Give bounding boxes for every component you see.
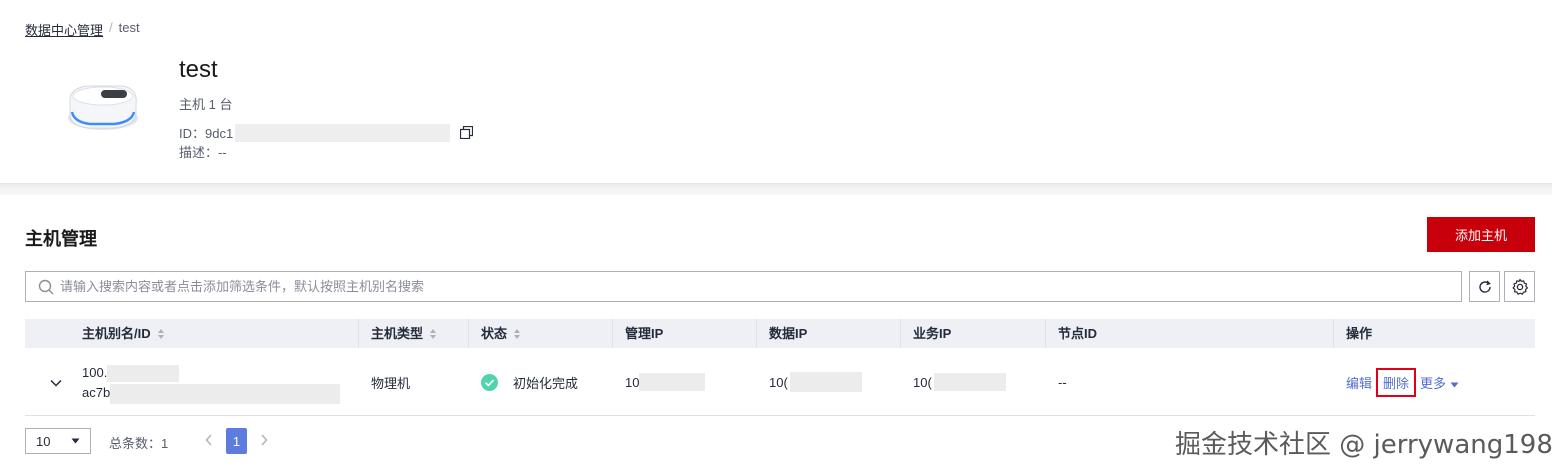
data-ip-cell: 10( xyxy=(769,348,862,416)
resource-id-label: ID：9dc1 xyxy=(179,126,234,141)
column-label: 管理IP xyxy=(625,326,664,341)
redacted-id-mask xyxy=(235,123,451,142)
status-cell: 初始化完成 xyxy=(481,348,578,416)
column-label: 操作 xyxy=(1346,326,1373,341)
search-bar[interactable] xyxy=(25,271,1462,302)
delete-link[interactable]: 删除 xyxy=(1376,367,1417,397)
node-id-cell: -- xyxy=(1058,374,1067,390)
current-page[interactable]: 1 xyxy=(226,428,247,454)
table-row: 100. ac7b 物理机 初始化完成 10 10( 10( -- 编辑 删除 xyxy=(25,348,1535,416)
breadcrumb: 数据中心管理 / test xyxy=(25,20,140,39)
column-label: 节点ID xyxy=(1058,326,1098,341)
column-label: 主机类型 xyxy=(371,326,424,341)
column-node-id: 节点ID xyxy=(1058,319,1097,348)
status-badge: 初始化完成 xyxy=(481,373,578,392)
redacted-mask xyxy=(107,365,180,383)
breadcrumb-separator: / xyxy=(109,20,113,35)
redacted-mask xyxy=(789,372,862,392)
column-divider xyxy=(612,319,613,348)
host-table: 主机别名/ID 主机类型 状态 管理IP 数据IP 业务IP 节点ID 操作 1… xyxy=(25,319,1535,416)
column-label: 主机别名/ID xyxy=(82,326,151,341)
section-divider xyxy=(0,183,1552,195)
redacted-mask xyxy=(639,373,706,391)
column-host-type[interactable]: 主机类型 xyxy=(371,319,437,348)
mgmt-ip-cell: 10 xyxy=(625,348,706,416)
host-count: 主机 1 台 xyxy=(179,97,233,112)
sort-icon[interactable] xyxy=(157,328,165,340)
chevron-right-icon[interactable] xyxy=(259,433,269,447)
edit-link[interactable]: 编辑 xyxy=(1346,373,1372,392)
column-actions: 操作 xyxy=(1346,319,1372,348)
section-title: 主机管理 xyxy=(25,229,97,249)
check-circle-icon xyxy=(481,373,498,391)
total-count: 总条数：1 xyxy=(109,436,169,451)
refresh-icon xyxy=(1478,280,1491,293)
table-header: 主机别名/ID 主机类型 状态 管理IP 数据IP 业务IP 节点ID 操作 xyxy=(25,319,1535,348)
sort-icon[interactable] xyxy=(429,328,437,340)
more-dropdown[interactable]: 更多 xyxy=(1420,373,1459,392)
host-device-icon xyxy=(68,85,138,130)
column-biz-ip: 业务IP xyxy=(913,319,951,348)
column-label: 状态 xyxy=(481,326,508,341)
copy-icon[interactable] xyxy=(460,126,474,139)
breadcrumb-link-datacenter[interactable]: 数据中心管理 xyxy=(25,20,103,39)
column-divider xyxy=(358,319,359,348)
actions-cell: 编辑 删除 更多 xyxy=(1346,348,1459,416)
chevron-down-icon[interactable] xyxy=(49,376,63,390)
column-divider xyxy=(900,319,901,348)
status-text: 初始化完成 xyxy=(513,375,579,391)
redacted-mask xyxy=(933,373,1006,391)
search-input[interactable] xyxy=(60,279,1461,294)
column-label: 数据IP xyxy=(769,326,808,341)
search-icon xyxy=(38,279,54,294)
caret-down-icon xyxy=(71,438,80,444)
alias-id-cell: 100. ac7b xyxy=(82,363,341,404)
column-status[interactable]: 状态 xyxy=(481,319,521,348)
column-mgmt-ip: 管理IP xyxy=(625,319,663,348)
page-size-select[interactable]: 10 xyxy=(25,428,91,454)
gear-icon xyxy=(1512,278,1528,295)
column-data-ip: 数据IP xyxy=(769,319,807,348)
more-label: 更多 xyxy=(1420,375,1447,391)
caret-down-icon xyxy=(1450,382,1459,387)
host-id: ac7b xyxy=(82,383,341,404)
refresh-button[interactable] xyxy=(1469,271,1500,302)
description: 描述：-- xyxy=(179,145,227,160)
detail-header: 数据中心管理 / test test 主机 1 台 ID：9dc1 描述：-- xyxy=(0,0,1552,183)
page-title: test xyxy=(179,56,218,83)
column-divider xyxy=(756,319,757,348)
table-settings-button[interactable] xyxy=(1504,271,1535,302)
column-label: 业务IP xyxy=(913,326,952,341)
chevron-left-icon[interactable] xyxy=(204,433,214,447)
biz-ip-cell: 10( xyxy=(913,348,1006,416)
page-size-value: 10 xyxy=(36,433,51,449)
sort-icon[interactable] xyxy=(513,328,521,340)
column-divider xyxy=(1045,319,1046,348)
resource-id-row: ID：9dc1 xyxy=(179,123,474,142)
redacted-mask xyxy=(110,383,341,404)
host-alias: 100. xyxy=(82,363,340,383)
column-alias-id[interactable]: 主机别名/ID xyxy=(82,319,165,348)
breadcrumb-current: test xyxy=(118,20,140,35)
watermark: 掘金技术社区 @ jerrywang1983 xyxy=(1175,430,1552,460)
add-host-button[interactable]: 添加主机 xyxy=(1427,217,1535,252)
host-type-cell: 物理机 xyxy=(371,375,411,391)
column-divider xyxy=(468,319,469,348)
column-divider xyxy=(1333,319,1334,348)
